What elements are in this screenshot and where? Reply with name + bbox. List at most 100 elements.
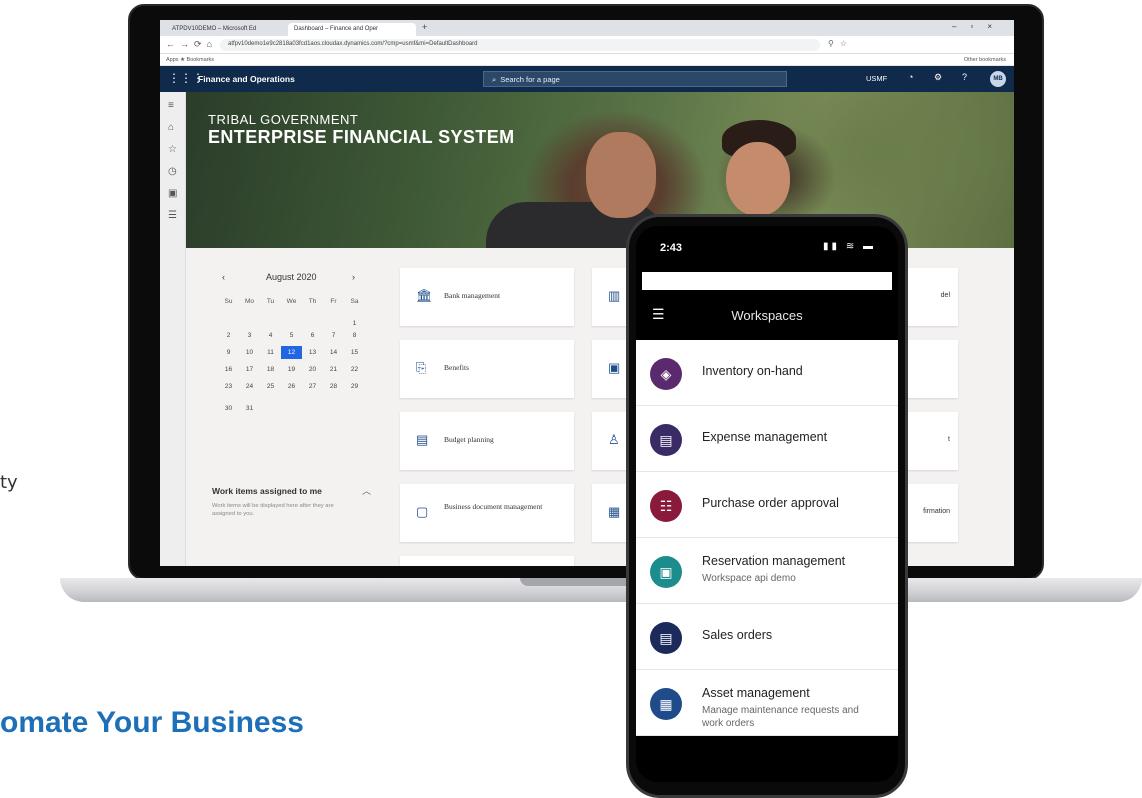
star-icon[interactable]: ☆ — [168, 144, 177, 155]
workspace-item[interactable]: ▣ Reservation management Workspace api dem… — [636, 538, 898, 604]
calendar-day[interactable]: 23 — [218, 380, 239, 393]
workspace-icon: ▤ — [650, 424, 682, 456]
calendar-day[interactable]: 16 — [218, 363, 239, 376]
star-icon[interactable]: ⚲☆ — [828, 39, 853, 48]
search-strip[interactable] — [642, 272, 892, 290]
gear-icon[interactable]: ⚙ — [934, 72, 942, 83]
tile-benefits[interactable]: ⎘ Benefits — [400, 340, 574, 398]
calendar-day — [281, 312, 302, 325]
calendar-day[interactable]: 19 — [281, 363, 302, 376]
workspace-label: Reservation management — [702, 554, 846, 568]
workspace-label: Purchase order approval — [702, 496, 839, 510]
calendar-day[interactable]: 6 — [302, 329, 323, 342]
avatar[interactable]: MB — [990, 71, 1006, 87]
workspaces-title: Workspaces — [731, 308, 803, 323]
weekday-label: Tu — [266, 298, 275, 305]
calendar-day[interactable]: 31 — [239, 402, 260, 415]
calendar-day[interactable]: 12 — [281, 346, 302, 359]
tile-business-document[interactable]: ▢ Business document management — [400, 484, 574, 542]
workspace-item[interactable]: ▤ Sales orders — [636, 604, 898, 670]
calendar-day[interactable]: 20 — [302, 363, 323, 376]
tile[interactable]: firmation — [904, 484, 958, 542]
calendar-day — [323, 397, 344, 410]
calendar-day — [302, 312, 323, 325]
tile-budget-planning[interactable]: ▤ Budget planning — [400, 412, 574, 470]
calendar-day[interactable]: 29 — [344, 380, 365, 393]
search-icon: ⌕ — [492, 75, 497, 84]
home-icon[interactable]: ⌂ — [168, 122, 174, 133]
tile-bank-management[interactable]: 🏛 Bank management — [400, 268, 574, 326]
calendar-day[interactable]: 15 — [344, 346, 365, 359]
clock-icon[interactable]: ◷ — [168, 166, 177, 177]
calendar-day[interactable]: 24 — [239, 380, 260, 393]
calendar-day — [239, 312, 260, 325]
hamburger-icon[interactable]: ≡ — [168, 100, 174, 111]
document-icon: ⎘ — [416, 360, 427, 375]
work-items-title: Work items assigned to me — [212, 486, 322, 496]
tile-label: Benefits — [444, 363, 469, 372]
calendar-day[interactable]: 26 — [281, 380, 302, 393]
list-icon[interactable]: ☰ — [168, 210, 177, 221]
workspace-item[interactable]: ▤ Expense management — [636, 406, 898, 472]
chevron-right-icon[interactable]: › — [352, 272, 355, 282]
new-tab-icon[interactable]: + — [422, 22, 427, 32]
calendar-week: 1 — [218, 312, 368, 329]
bank-icon: 🏛 — [416, 288, 433, 303]
calendar-day[interactable]: 13 — [302, 346, 323, 359]
calendar-day[interactable]: 9 — [218, 346, 239, 359]
chevron-left-icon[interactable]: ‹ — [222, 272, 225, 282]
search-input[interactable]: ⌕ Search for a page — [483, 71, 787, 87]
calendar-day — [344, 397, 365, 410]
calendar-day[interactable]: 7 — [323, 329, 344, 342]
weekday-label: Sa — [350, 298, 359, 305]
phone-screen: 2:43 ▮▮ ≋ ▬ ☰ Workspaces ◈ Inventory on-h… — [636, 226, 898, 782]
browser-tab[interactable]: ATPDV10DEMO – Microsoft Ed — [166, 23, 286, 36]
address-bar: ←→⟳⌂ atfpv10demo1e9c2818a03fcd1aos.cloud… — [160, 36, 1014, 54]
report-icon: ▣ — [608, 360, 621, 375]
calendar-day[interactable]: 25 — [260, 380, 281, 393]
calendar-day — [302, 397, 323, 410]
calendar-day[interactable]: 8 — [344, 329, 365, 342]
url-field[interactable]: atfpv10demo1e9c2818a03fcd1aos.cloudax.dy… — [220, 39, 820, 51]
calendar-week: 30 31 — [218, 397, 368, 414]
help-icon[interactable]: ? — [962, 72, 967, 82]
window-controls[interactable]: –▫× — [952, 22, 1006, 31]
calendar-day — [260, 397, 281, 410]
calendar-day[interactable]: 11 — [260, 346, 281, 359]
calendar-day[interactable]: 21 — [323, 363, 344, 376]
workspace-icon[interactable]: ▣ — [168, 188, 177, 199]
workspace-item[interactable]: ◈ Inventory on-hand — [636, 340, 898, 406]
workspace-subtitle: Manage maintenance requests and work ord… — [702, 705, 859, 729]
browser-tab-active[interactable]: Dashboard – Finance and Oper — [288, 23, 416, 36]
calendar-day[interactable]: 4 — [260, 329, 281, 342]
calendar-day[interactable]: 27 — [302, 380, 323, 393]
weekday-label: Su — [224, 298, 233, 305]
calendar-day[interactable]: 18 — [260, 363, 281, 376]
calendar-day[interactable]: 3 — [239, 329, 260, 342]
calendar-month: August 2020 — [266, 272, 317, 282]
calendar-day[interactable]: 30 — [218, 402, 239, 415]
tile[interactable]: del — [904, 268, 958, 326]
tile-label: Bank management — [444, 291, 501, 300]
calendar-day[interactable]: 5 — [281, 329, 302, 342]
tile[interactable]: t — [904, 412, 958, 470]
bell-icon[interactable]: ◔ — [908, 72, 913, 82]
workspace-item[interactable]: ☷ Purchase order approval — [636, 472, 898, 538]
calendar-day[interactable]: 17 — [239, 363, 260, 376]
workspace-item[interactable]: ▦ Asset management Manage maintenance requ… — [636, 670, 898, 736]
browser-nav-icons[interactable]: ←→⟳⌂ — [166, 39, 217, 50]
chevron-up-icon[interactable]: ︿ — [362, 484, 371, 497]
tile[interactable] — [904, 340, 958, 398]
calendar-day[interactable]: 28 — [323, 380, 344, 393]
bookmarks-left[interactable]: Apps ★ Bookmarks — [166, 57, 214, 63]
calendar-day[interactable]: 22 — [344, 363, 365, 376]
marketing-image: ty omate Your Business ATPDV10DEMO – Mic… — [0, 0, 1142, 798]
tile[interactable] — [400, 556, 574, 566]
calendar-day[interactable]: 14 — [323, 346, 344, 359]
signal-icon: ▮▮ ≋ ▬ — [823, 241, 876, 252]
workspace-subtitle: Workspace api demo — [702, 573, 796, 584]
other-bookmarks[interactable]: Other bookmarks — [964, 57, 1006, 63]
calendar-day[interactable]: 10 — [239, 346, 260, 359]
company-picker[interactable]: USMF — [866, 74, 887, 83]
calendar-day[interactable]: 2 — [218, 329, 239, 342]
